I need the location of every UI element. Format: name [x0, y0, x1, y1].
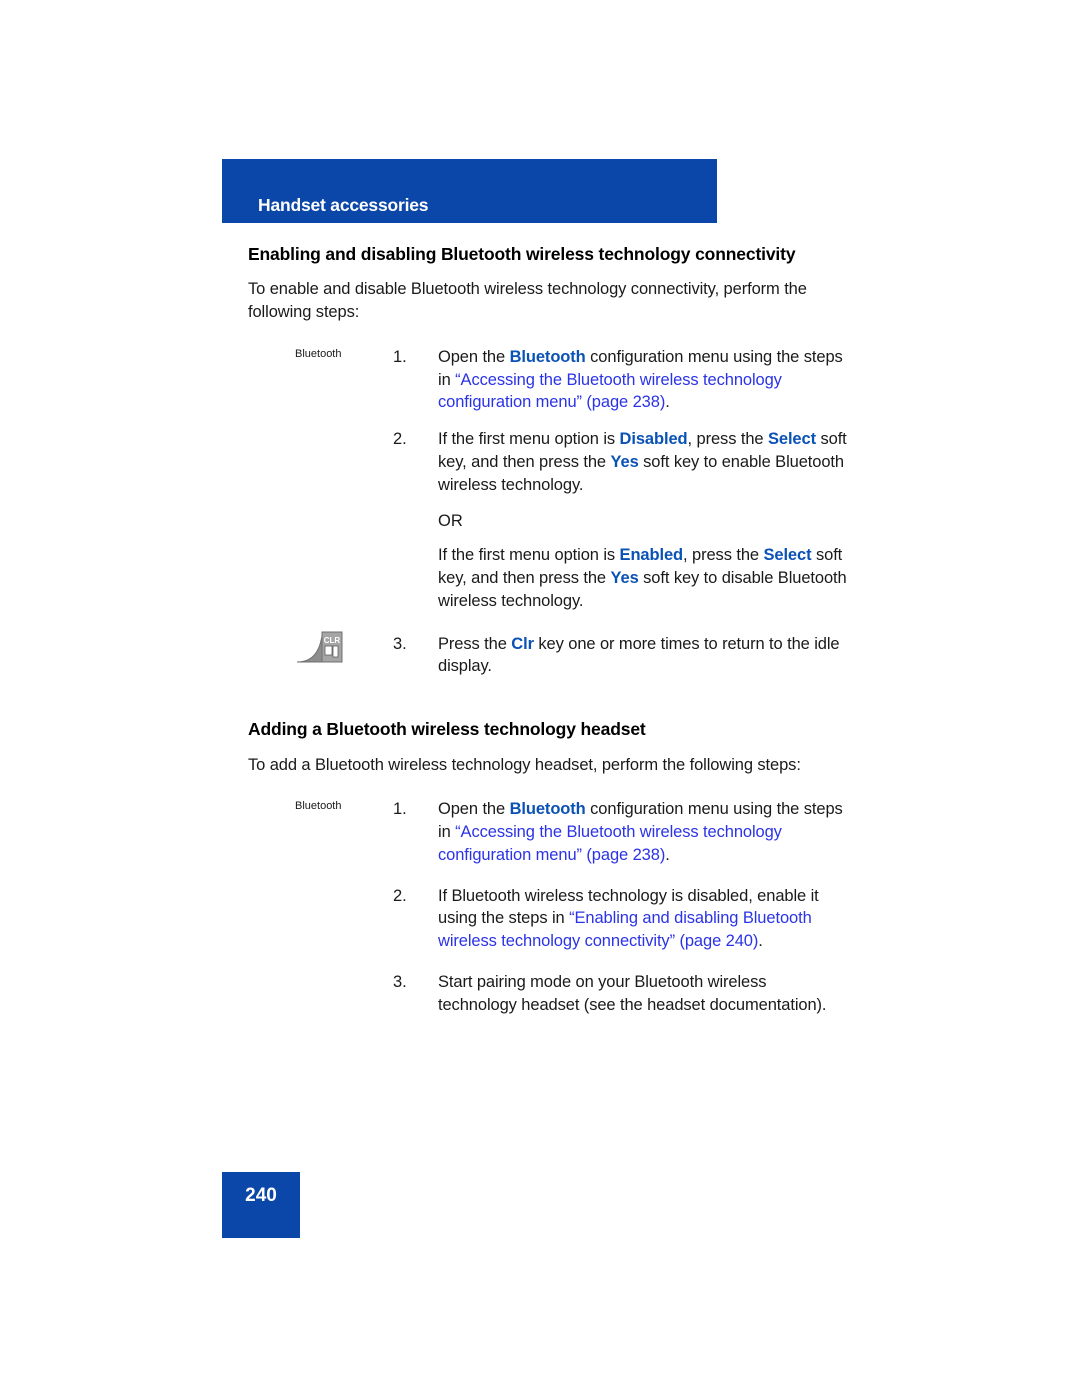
svg-text:CLR: CLR — [324, 636, 341, 645]
step-text: Start pairing mode on your Bluetooth wir… — [438, 972, 827, 1014]
step-item: Bluetooth 1. Open the Bluetooth configur… — [248, 798, 848, 866]
page-content: Enabling and disabling Bluetooth wireles… — [248, 243, 848, 1016]
accent-term: Clr — [511, 634, 534, 653]
page-number-box: 240 — [222, 1172, 300, 1238]
page-number: 240 — [245, 1185, 277, 1206]
section-heading-enabling-disabling: Enabling and disabling Bluetooth wireles… — [248, 244, 796, 264]
page-header-banner: Handset accessories — [222, 159, 717, 223]
document-page: Handset accessories Enabling and disabli… — [0, 0, 1080, 1397]
step-number: 2. — [393, 430, 407, 449]
accent-term: Enabled — [619, 546, 684, 565]
step-list-enabling-disabling: Bluetooth 1. Open the Bluetooth configur… — [248, 346, 848, 678]
section-intro-enabling-disabling: To enable and disable Bluetooth wireless… — [248, 280, 807, 322]
accent-term: Yes — [610, 452, 639, 471]
accent-term: Bluetooth — [509, 347, 586, 366]
cross-reference-link[interactable]: “Accessing the Bluetooth wireless techno… — [438, 823, 782, 864]
or-divider-label: OR — [438, 511, 463, 530]
step-text: Press the Clr key one or more times to r… — [438, 634, 840, 676]
step-item: 3. Start pairing mode on your Bluetooth … — [248, 971, 848, 1017]
accent-term: Disabled — [619, 430, 688, 449]
or-alternative-text: If the first menu option is Enabled, pre… — [438, 546, 847, 610]
step-text: If Bluetooth wireless technology is disa… — [438, 886, 819, 951]
margin-label-bluetooth: Bluetooth — [295, 800, 342, 813]
clr-key-icon: CLR — [295, 629, 347, 667]
section-heading-adding-headset: Adding a Bluetooth wireless technology h… — [248, 719, 646, 740]
step-text: Open the Bluetooth configuration menu us… — [438, 347, 843, 412]
accent-term: Yes — [610, 569, 639, 588]
step-list-adding-headset: Bluetooth 1. Open the Bluetooth configur… — [248, 798, 848, 1016]
step-text: Open the Bluetooth configuration menu us… — [438, 800, 843, 864]
step-item: CLR 3. Press the Clr key one or more tim… — [248, 631, 848, 679]
step-text: If the first menu option is Disabled, pr… — [438, 430, 847, 494]
step-number: 3. — [393, 972, 407, 991]
cross-reference-link[interactable]: “Enabling and disabling Bluetooth wirele… — [438, 909, 812, 950]
accent-term: Select — [767, 430, 816, 449]
section-intro-adding-headset: To add a Bluetooth wireless technology h… — [248, 755, 801, 774]
step-item: Bluetooth 1. Open the Bluetooth configur… — [248, 346, 848, 414]
step-item: 2. If the first menu option is Disabled,… — [248, 428, 848, 496]
page-header-title: Handset accessories — [258, 195, 429, 215]
cross-reference-link[interactable]: “Accessing the Bluetooth wireless techno… — [438, 371, 782, 412]
accent-term: Bluetooth — [509, 800, 586, 819]
step-item: 2. If Bluetooth wireless technology is d… — [248, 885, 848, 953]
step-number: 2. — [393, 886, 407, 905]
margin-label-bluetooth: Bluetooth — [295, 347, 342, 360]
accent-term: Select — [763, 546, 812, 565]
